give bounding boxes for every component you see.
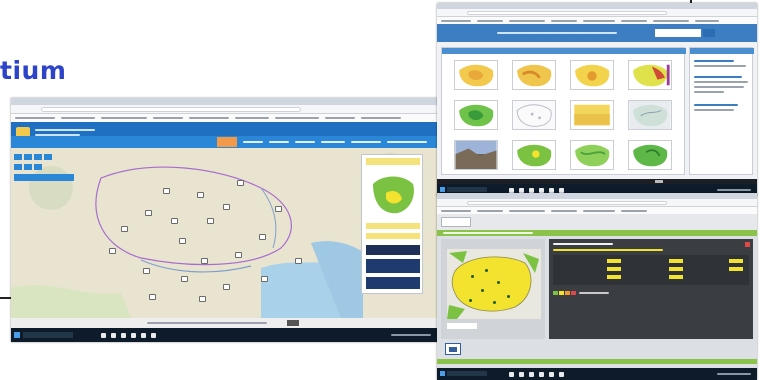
windows-taskbar	[11, 328, 439, 342]
station-marker-icon[interactable]	[143, 268, 150, 274]
meteoalarm-logo	[366, 245, 420, 255]
search-button[interactable]	[703, 29, 715, 37]
map-status-bar	[11, 318, 439, 328]
meteoalarm-header	[437, 214, 757, 230]
gallery-panel	[441, 47, 686, 175]
screenshot-meteo-warnings	[437, 193, 757, 380]
station-marker-icon[interactable]	[201, 258, 208, 264]
browser-address-bar[interactable]	[437, 9, 757, 17]
station-marker-icon[interactable]	[237, 180, 244, 186]
map-thumbnail[interactable]	[628, 60, 672, 90]
legend-panel	[361, 154, 423, 294]
meteo-footer	[437, 359, 757, 364]
station-marker-icon[interactable]	[121, 226, 128, 232]
portal-header	[437, 24, 757, 42]
station-marker-icon[interactable]	[181, 276, 188, 282]
station-marker-icon[interactable]	[223, 284, 230, 290]
windows-taskbar	[437, 368, 757, 380]
station-marker-icon[interactable]	[295, 258, 302, 264]
browser-titlebar	[11, 98, 439, 105]
warning-map-panel	[441, 239, 545, 339]
map-thumbnail[interactable]	[570, 60, 614, 90]
news-panel	[689, 47, 754, 175]
map-thumbnail[interactable]	[512, 140, 556, 170]
station-marker-icon[interactable]	[207, 218, 214, 224]
screenshot-weather-map	[11, 98, 439, 342]
bookmarks-bar	[11, 114, 439, 122]
station-marker-icon[interactable]	[259, 234, 266, 240]
map-thumbnail[interactable]	[628, 140, 672, 170]
map-thumbnail[interactable]	[512, 60, 556, 90]
close-icon[interactable]	[745, 242, 750, 247]
cookie-accept-button[interactable]	[655, 180, 663, 183]
meteoalarm-logo	[441, 217, 471, 227]
map-thumbnail[interactable]	[454, 60, 498, 90]
station-marker-icon[interactable]	[149, 294, 156, 300]
station-marker-icon[interactable]	[235, 252, 242, 258]
station-marker-icon[interactable]	[171, 218, 178, 224]
station-marker-icon[interactable]	[197, 192, 204, 198]
screenshot-map-gallery	[437, 3, 757, 196]
meteo-nav	[437, 230, 757, 236]
bookmarks-bar	[437, 17, 757, 24]
site-nav	[11, 136, 439, 148]
map-thumbnail[interactable]	[628, 100, 672, 130]
browser-address-bar[interactable]	[11, 105, 439, 114]
legend-map-icon	[373, 176, 414, 214]
nav-item-active[interactable]	[217, 137, 237, 147]
footer-logo	[445, 343, 461, 355]
warning-map[interactable]	[447, 249, 541, 319]
map-date-selector[interactable]	[447, 323, 477, 329]
warning-table	[549, 239, 753, 339]
bookmarks-bar	[437, 207, 757, 214]
map-thumbnail[interactable]	[570, 140, 614, 170]
station-marker-icon[interactable]	[223, 204, 230, 210]
map-thumbnail[interactable]	[570, 100, 614, 130]
map-thumbnail[interactable]	[512, 100, 556, 130]
map-thumbnail[interactable]	[454, 100, 498, 130]
station-marker-icon[interactable]	[179, 238, 186, 244]
browser-address-bar[interactable]	[437, 199, 757, 207]
station-marker-icon[interactable]	[163, 188, 170, 194]
station-marker-icon[interactable]	[275, 206, 282, 212]
station-marker-icon[interactable]	[109, 248, 116, 254]
station-marker-icon[interactable]	[145, 210, 152, 216]
search-input[interactable]	[655, 29, 701, 37]
station-marker-icon[interactable]	[199, 296, 206, 302]
station-marker-icon[interactable]	[261, 276, 268, 282]
map-thumbnail[interactable]	[454, 140, 498, 170]
page-heading: tium	[0, 56, 67, 85]
accept-button[interactable]	[287, 320, 299, 326]
